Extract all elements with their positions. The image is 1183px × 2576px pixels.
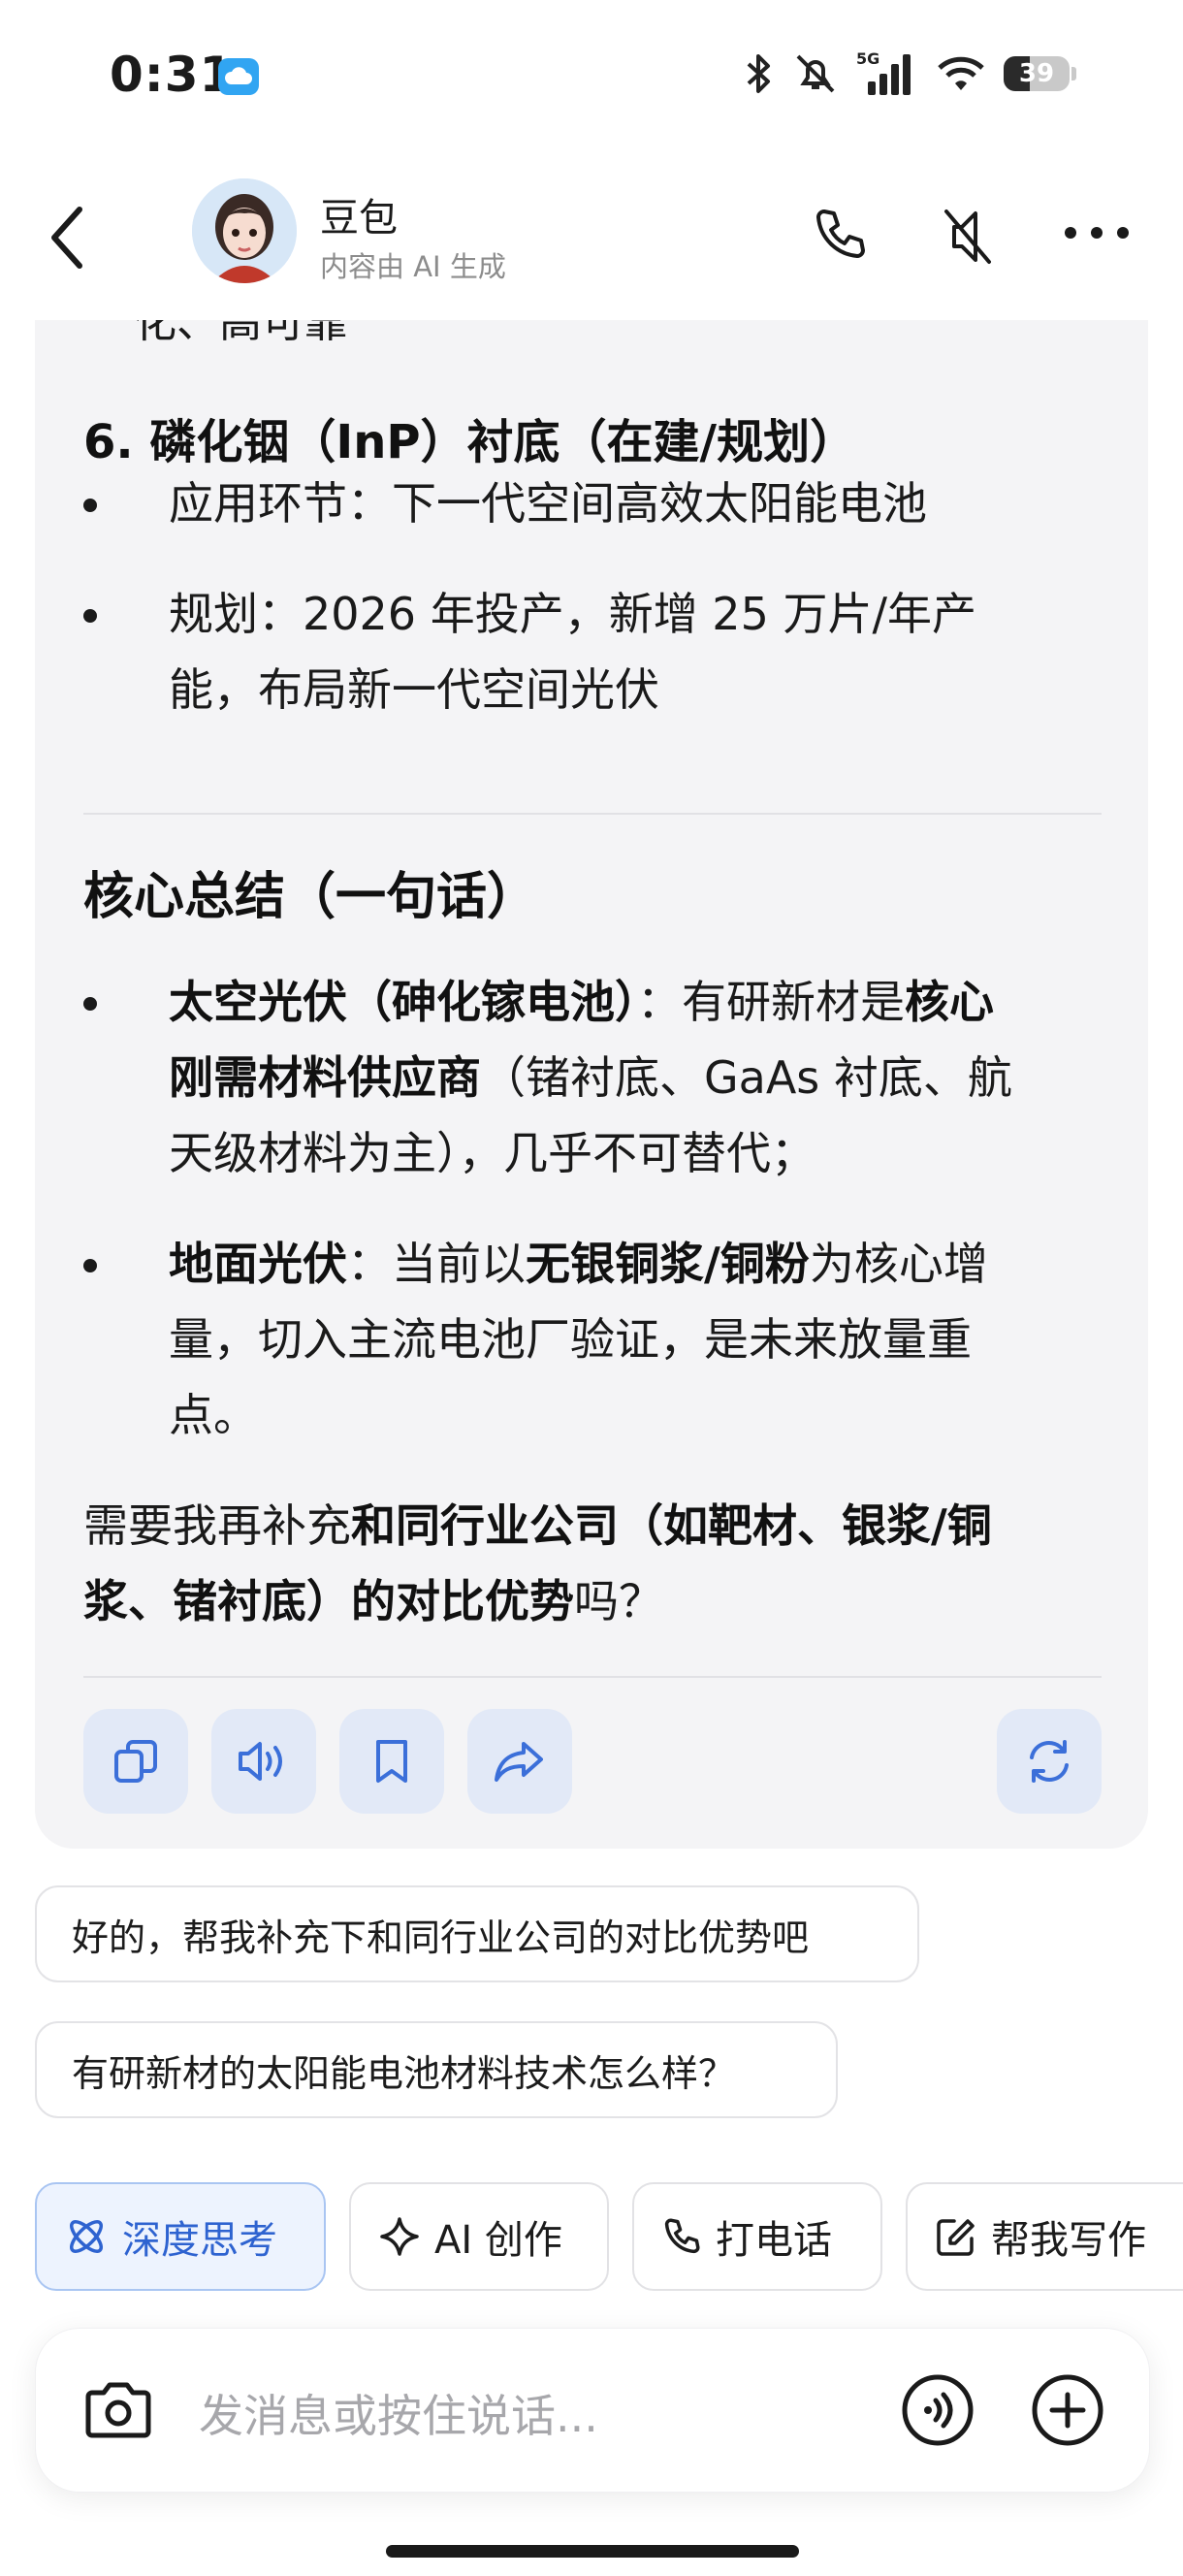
- phone-call-icon[interactable]: [811, 206, 869, 264]
- bluetooth-icon: [747, 54, 770, 93]
- closing-question: 需要我再补充和同行业公司（如靶材、银浆/铜 浆、锗衬底）的对比优势吗？: [83, 1499, 992, 1627]
- voice-input-icon[interactable]: [901, 2373, 975, 2447]
- read-aloud-button[interactable]: [211, 1709, 316, 1814]
- assistant-message: 化、高可靠 6. 磷化铟（InP）衬底（在建/规划） 应用环节：下一代空间高效太…: [35, 320, 1148, 1849]
- battery-icon: 39: [1004, 56, 1070, 91]
- list-item: 地面光伏：当前以无银铜浆/铜粉为核心增 量，切入主流电池厂验证，是未来放量重 点。: [83, 1226, 1111, 1453]
- suggestion-chip[interactable]: 有研新材的太阳能电池材料技术怎么样？: [35, 2021, 838, 2118]
- home-indicator[interactable]: [386, 2545, 799, 2558]
- more-options-icon[interactable]: [1063, 223, 1131, 242]
- deep-think-button[interactable]: 深度思考: [35, 2182, 326, 2291]
- message-input[interactable]: 发消息或按住说话...: [199, 2381, 598, 2445]
- cloud-app-icon: [218, 58, 259, 95]
- share-button[interactable]: [467, 1709, 572, 1814]
- copy-button[interactable]: [83, 1709, 188, 1814]
- copy-icon: [114, 1740, 157, 1783]
- message-actions: [83, 1709, 1102, 1816]
- section-heading: 6. 磷化铟（InP）衬底（在建/规划）: [83, 415, 857, 469]
- suggestion-chip[interactable]: 好的，帮我补充下和同行业公司的对比优势吧: [35, 1885, 919, 1982]
- message-composer: 发消息或按住说话...: [35, 2328, 1150, 2493]
- chat-header: 豆包 内容由 AI 生成: [0, 165, 1183, 320]
- ai-generated-notice: 内容由 AI 生成: [320, 250, 506, 283]
- sparkle-icon: [380, 2217, 419, 2256]
- writing-assist-button[interactable]: 帮我写作: [906, 2182, 1183, 2291]
- summary-heading: 核心总结（一句话）: [83, 868, 538, 926]
- bell-muted-icon: [796, 54, 835, 93]
- refresh-icon: [1030, 1740, 1069, 1783]
- divider: [83, 813, 1102, 815]
- list-item: 应用环节：下一代空间高效太阳能电池: [83, 466, 1111, 541]
- list-item: 规划：2026 年投产，新增 25 万片/年产 能，布局新一代空间光伏: [83, 576, 1111, 727]
- bot-name: 豆包: [320, 196, 398, 241]
- bookmark-button[interactable]: [339, 1709, 444, 1814]
- avatar[interactable]: [192, 178, 297, 283]
- bookmark-icon: [376, 1740, 407, 1783]
- wifi-icon: [938, 56, 984, 90]
- back-arrow-icon[interactable]: [48, 204, 87, 272]
- camera-icon[interactable]: [82, 2375, 154, 2443]
- cellular-5g-icon: 5G: [856, 50, 911, 95]
- status-bar: 0:31 5G 39: [0, 0, 1183, 155]
- svg-text:5G: 5G: [856, 50, 879, 68]
- speaker-muted-icon[interactable]: [939, 206, 997, 268]
- ai-create-button[interactable]: AI 创作: [349, 2182, 609, 2291]
- tool-label: 打电话: [716, 2218, 832, 2263]
- tool-label: AI 创作: [434, 2218, 562, 2263]
- phone-icon: [664, 2218, 700, 2254]
- tool-label: 深度思考: [122, 2218, 277, 2263]
- call-button[interactable]: 打电话: [632, 2182, 882, 2291]
- list-item: 太空光伏（砷化镓电池）：有研新材是核心 刚需材料供应商（锗衬底、GaAs 衬底、航…: [83, 964, 1111, 1191]
- status-icons: 5G 39: [742, 50, 1076, 97]
- clock: 0:31: [110, 47, 235, 103]
- tool-label: 帮我写作: [991, 2218, 1146, 2263]
- edit-icon: [937, 2219, 975, 2256]
- speaker-icon: [239, 1742, 282, 1781]
- share-icon: [495, 1742, 543, 1782]
- truncated-line: 化、高可靠: [134, 320, 347, 347]
- divider: [83, 1676, 1102, 1678]
- add-icon[interactable]: [1031, 2373, 1104, 2447]
- atom-icon: [70, 2220, 103, 2253]
- regenerate-button[interactable]: [997, 1709, 1102, 1814]
